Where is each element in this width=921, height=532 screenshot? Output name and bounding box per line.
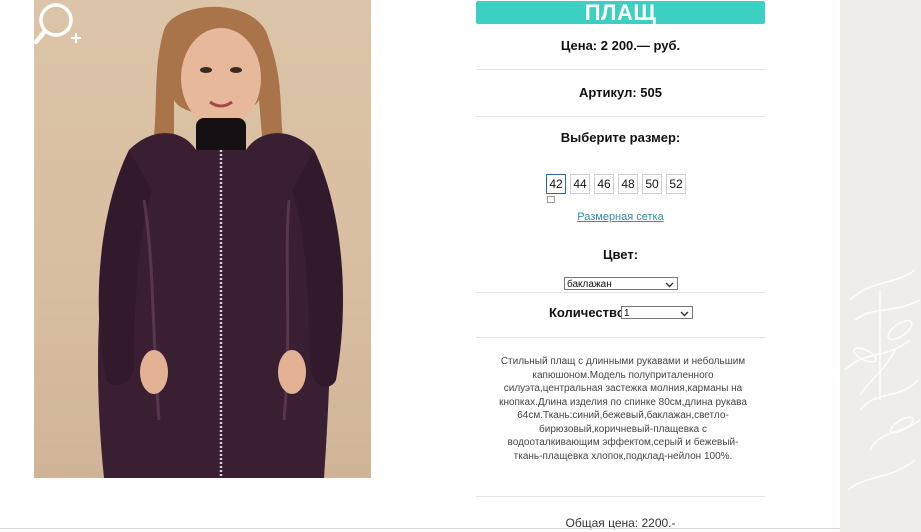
size-option-52[interactable]: 52 [666,174,686,194]
divider [476,337,765,338]
size-option-48[interactable]: 48 [618,174,638,194]
quantity-label: Количество: [549,305,630,320]
chevron-down-icon [680,311,689,317]
size-option-46[interactable]: 46 [594,174,614,194]
zoom-in-icon[interactable] [34,0,90,56]
article-text: Артикул: 505 [579,85,662,100]
choose-size-label: Выберите размер: [560,130,681,145]
product-description: Стильный плащ с длинными рукавами и небо… [499,356,747,462]
model-illustration [98,6,344,478]
color-label: Цвет: [602,247,639,262]
size-option-42[interactable]: 42 [546,174,566,194]
size-checkbox[interactable] [547,196,555,203]
quantity-select[interactable]: 1 [621,306,693,319]
chevron-down-icon [665,282,674,288]
size-option-44[interactable]: 44 [570,174,590,194]
color-select[interactable]: баклажан [564,277,678,290]
divider [476,292,765,293]
size-option-50[interactable]: 50 [642,174,662,194]
price-text: Цена: 2 200.— руб. [560,38,681,53]
divider [476,116,765,117]
quantity-select-value: 1 [624,308,630,319]
size-chart-link[interactable]: Размерная сетка [476,211,765,223]
product-photo[interactable] [34,0,371,478]
footer-divider [0,528,840,529]
product-title: ПЛАЩ [476,1,765,24]
color-select-value: баклажан [567,279,612,290]
decorative-side-panel [840,0,921,532]
divider [476,69,765,70]
floral-decoration [844,269,921,491]
size-selector: 42 44 46 48 50 52 [546,174,686,194]
divider [476,496,765,497]
